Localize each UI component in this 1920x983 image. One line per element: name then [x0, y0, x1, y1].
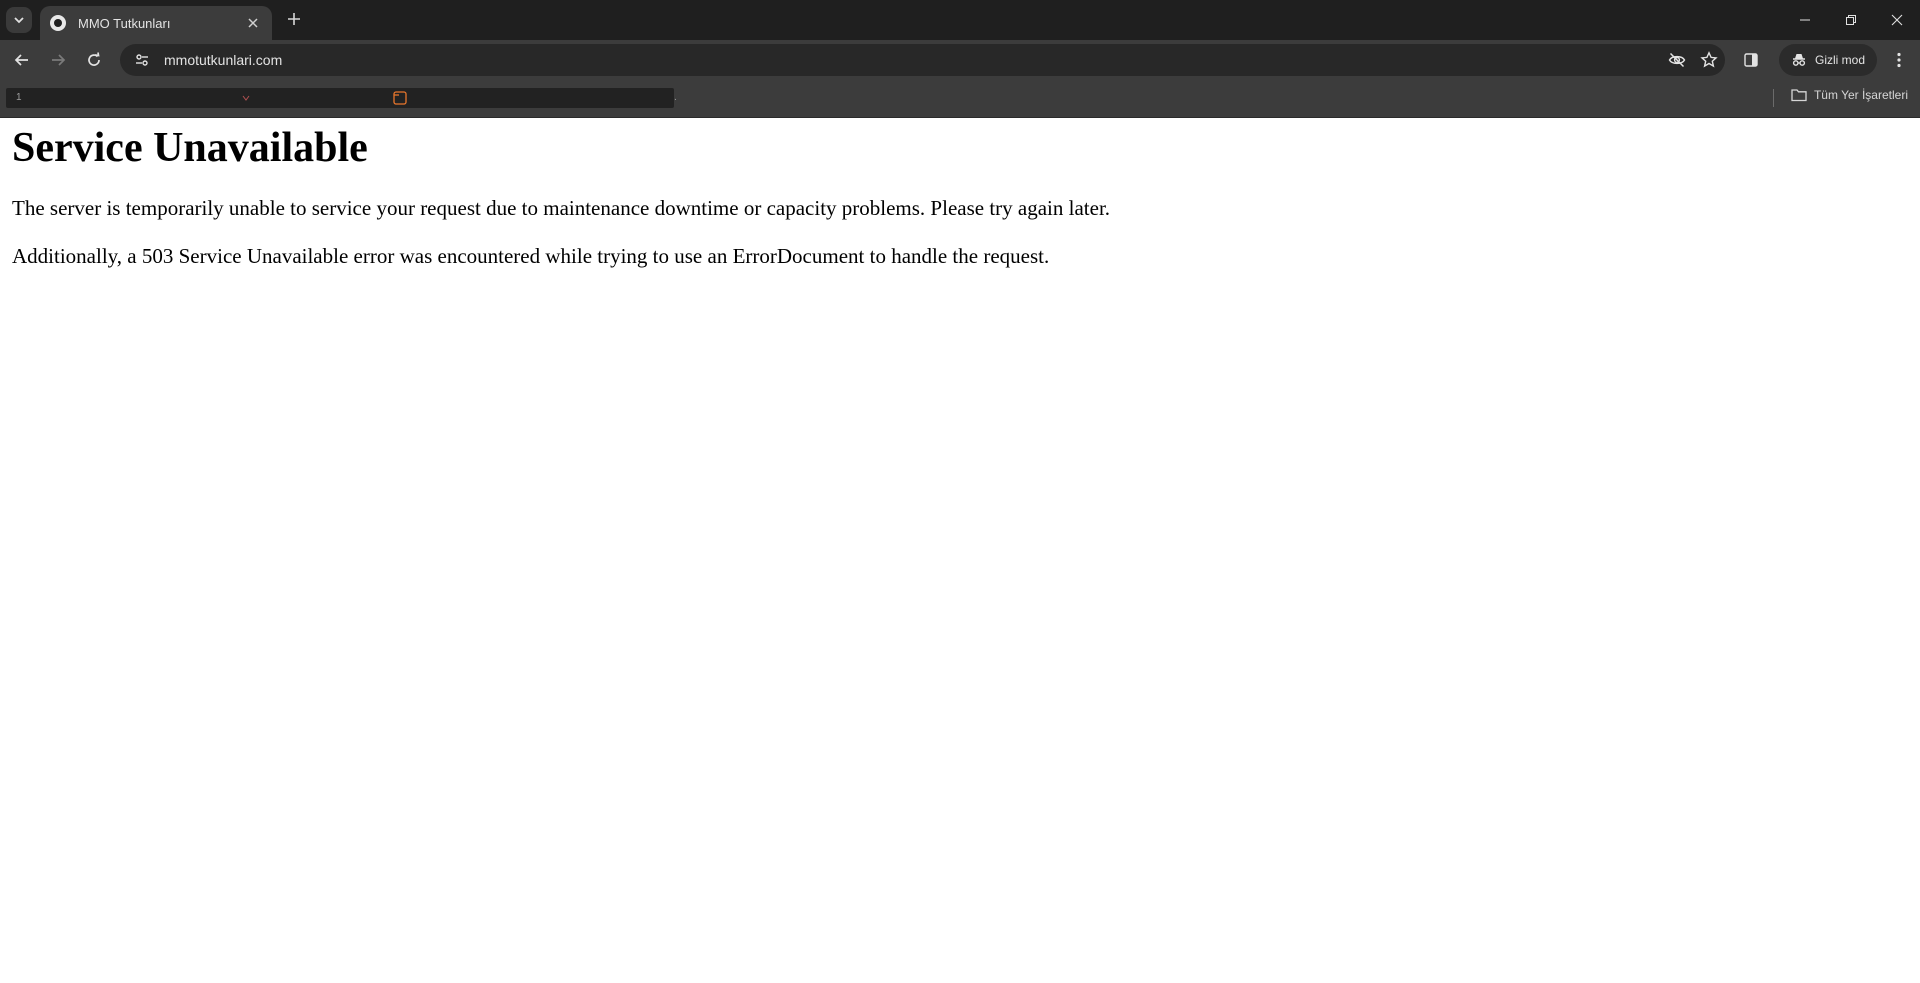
all-bookmarks-label: Tüm Yer İşaretleri: [1813, 88, 1908, 102]
page-title: Service Unavailable: [12, 125, 368, 171]
forward-button[interactable]: [40, 42, 76, 78]
incognito-icon: [1792, 54, 1806, 66]
close-icon: [1891, 14, 1903, 26]
web-page-content: Service Unavailable The server is tempor…: [0, 118, 1920, 983]
tab-active[interactable]: MMO Tutkunları: [40, 6, 272, 40]
site-favicon-icon: [50, 15, 66, 31]
side-panel-button[interactable]: [1735, 44, 1767, 76]
bookmarks-bar: 1 . Tüm Yer İşaretleri: [0, 80, 1920, 118]
more-vertical-icon: [1897, 52, 1901, 68]
tune-icon: [136, 54, 148, 66]
window-controls: [1782, 0, 1920, 40]
new-tab-button[interactable]: [282, 9, 306, 33]
bookmarks-separator: [1773, 89, 1774, 107]
eye-off-icon: [1668, 52, 1686, 68]
all-bookmarks-button[interactable]: Tüm Yer İşaretleri: [1791, 88, 1908, 102]
side-panel-icon: [1744, 53, 1758, 67]
restore-button[interactable]: [1828, 0, 1874, 40]
error-message-primary: The server is temporarily unable to serv…: [12, 196, 1111, 220]
plus-icon: [288, 13, 300, 25]
folder-icon: [1791, 89, 1807, 102]
address-bar[interactable]: mmotutkunlari.com: [120, 44, 1725, 76]
chevron-down-icon: [14, 17, 24, 24]
bookmark-item-label[interactable]: 1: [16, 92, 22, 103]
arrow-right-icon: [52, 54, 66, 66]
tab-close-button[interactable]: [244, 15, 262, 31]
bookmark-overflow-marker: .: [674, 92, 677, 103]
minimize-button[interactable]: [1782, 0, 1828, 40]
toolbar-right-tools: Gizli mod: [1735, 44, 1915, 76]
incognito-indicator[interactable]: Gizli mod: [1779, 44, 1878, 76]
bookmark-favicon-icon: [393, 91, 407, 105]
bookmark-favicon-icon[interactable]: [242, 94, 250, 104]
url-text[interactable]: mmotutkunlari.com: [164, 52, 1661, 68]
browser-toolbar: mmotutkunlari.com Gizli mod: [0, 40, 1920, 80]
bookmark-star-button[interactable]: [1693, 44, 1725, 76]
restore-icon: [1846, 15, 1856, 25]
browser-window: MMO Tutkunları mmotutkunlari.com Gizli m…: [0, 0, 1920, 983]
site-info-button[interactable]: [126, 48, 158, 72]
browser-menu-button[interactable]: [1883, 44, 1915, 76]
tab-strip: MMO Tutkunları: [0, 0, 1920, 40]
bookmark-favicon-icon: [242, 95, 250, 101]
incognito-label: Gizli mod: [1815, 53, 1866, 67]
close-window-button[interactable]: [1874, 0, 1920, 40]
close-icon: [248, 18, 258, 28]
minimize-icon: [1800, 19, 1810, 21]
tab-search-button[interactable]: [6, 7, 32, 33]
tracking-protection-button[interactable]: [1661, 44, 1693, 76]
tab-title: MMO Tutkunları: [78, 15, 171, 31]
arrow-left-icon: [14, 54, 28, 66]
reload-button[interactable]: [76, 42, 112, 78]
star-icon: [1700, 51, 1718, 68]
bookmarks-redacted-area[interactable]: [6, 88, 674, 108]
back-button[interactable]: [4, 42, 40, 78]
bookmark-favicon-icon[interactable]: [393, 91, 407, 110]
reload-icon: [88, 52, 100, 66]
error-message-secondary: Additionally, a 503 Service Unavailable …: [12, 244, 1050, 268]
